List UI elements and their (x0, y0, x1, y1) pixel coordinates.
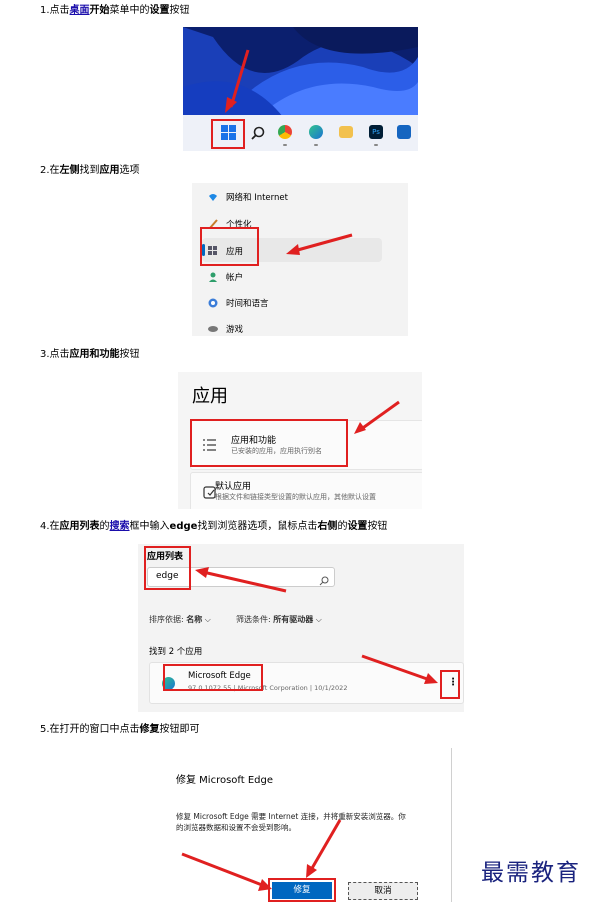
page-title: 应用 (192, 386, 228, 407)
sidebar-item-accounts[interactable]: 帐户 (208, 271, 243, 283)
app-date: 10/1/2022 (314, 684, 348, 692)
apps-highlight-box (200, 227, 259, 266)
dialog-body-line: 的浏览器数据和设置不会受到影响。 (176, 823, 296, 832)
step-text: 按钮 (119, 349, 140, 360)
globe-clock-icon (208, 298, 218, 308)
app-list-screenshot: 应用列表 edge 排序依据: 名称 ⌵ 筛选条件: 所有驱动器 ⌵ 找到 2 … (138, 544, 464, 712)
step-text: 1.点击 (40, 5, 70, 16)
running-indicator (283, 144, 287, 146)
search-icon[interactable] (251, 125, 265, 140)
chevron-down-icon: ⌵ (204, 615, 211, 624)
sidebar-item-label: 时间和语言 (226, 299, 269, 309)
filter-value: 所有驱动器 (273, 615, 314, 624)
app-icon[interactable] (397, 125, 411, 139)
folder-icon[interactable] (339, 126, 353, 138)
sidebar-item-label: 网络和 Internet (226, 193, 288, 203)
step-text: 左侧 (59, 165, 80, 176)
pointer-arrow-icon (361, 654, 438, 684)
start-highlight-box (211, 119, 245, 149)
controller-icon (208, 324, 218, 334)
step-2-instruction: 2.在左侧找到应用选项 (40, 165, 140, 177)
repair-dialog-screenshot: 修复 Microsoft Edge 修复 Microsoft Edge 需要 I… (148, 748, 452, 902)
pointer-arrow-icon (286, 233, 353, 255)
settings-sidebar-screenshot: 网络和 Internet 个性化 应用 帐户 时间和语言 游戏 (192, 183, 408, 336)
step-text: 3.点击 (40, 349, 70, 360)
pointer-arrow-icon (354, 400, 400, 434)
search-icon (319, 571, 329, 590)
step-4-instruction: 4.在应用列表的搜索框中输入edge找到浏览器选项，鼠标点击右侧的设置按钮 (40, 521, 387, 533)
watermark-text: 最需教育 (481, 860, 581, 886)
pointer-arrow-icon (181, 852, 272, 891)
search-highlight-box (144, 546, 191, 590)
step-text: 的 (99, 521, 110, 532)
step-text: 右侧 (317, 521, 338, 532)
sidebar-item-label: 游戏 (226, 325, 244, 335)
step-text: 框中输入 (129, 521, 170, 532)
step-text: 5.在打开的窗口中点击 (40, 724, 140, 735)
step-5-instruction: 5.在打开的窗口中点击修复按钮即可 (40, 724, 200, 736)
pointer-arrow-icon (195, 567, 287, 593)
filter-dropdown[interactable]: 筛选条件: 所有驱动器 ⌵ (236, 614, 322, 625)
step-text: 设置 (149, 5, 170, 16)
card-title: 默认应用 (215, 482, 252, 492)
dialog-border (451, 748, 452, 902)
app-name-highlight-box (163, 664, 263, 691)
filter-label: 筛选条件: (236, 615, 271, 624)
step-text: 应用 (99, 165, 120, 176)
desktop-screenshot: Ps (183, 27, 418, 151)
dialog-body: 修复 Microsoft Edge 需要 Internet 连接，并将重新安装浏… (176, 811, 406, 833)
apps-settings-screenshot: 应用 应用和功能 已安装的应用，应用执行别名 默认应用 根据文件和链接类型设置的… (178, 372, 422, 509)
step-text: 开始 (89, 5, 110, 16)
pointer-arrow-icon (306, 819, 342, 878)
step-text: 按钮即可 (159, 724, 200, 735)
apps-features-highlight-box (190, 419, 348, 467)
sidebar-item-gaming[interactable]: 游戏 (208, 323, 243, 335)
step-text: 应用和功能 (69, 349, 120, 360)
running-indicator (374, 144, 378, 146)
running-indicator (314, 144, 318, 146)
step-3-instruction: 3.点击应用和功能按钮 (40, 349, 140, 361)
step-text: 应用列表 (59, 521, 100, 532)
step-text: edge (169, 521, 198, 532)
chrome-icon[interactable] (278, 125, 292, 139)
sidebar-item-label: 帐户 (226, 273, 244, 283)
person-icon (208, 272, 218, 282)
sidebar-item-network[interactable]: 网络和 Internet (208, 191, 288, 203)
dialog-body-line: 修复 Microsoft Edge 需要 Internet 连接，并将重新安装浏… (176, 812, 406, 821)
step-text: 按钮 (169, 5, 190, 16)
more-button-highlight-box (440, 670, 460, 699)
step-text: 2.在 (40, 165, 60, 176)
results-count: 找到 2 个应用 (149, 647, 203, 657)
desktop-link[interactable]: 桌面 (70, 5, 90, 16)
dialog-title: 修复 Microsoft Edge (176, 775, 274, 786)
photoshop-icon[interactable]: Ps (369, 125, 383, 139)
step-text: 找到 (79, 165, 100, 176)
card-description: 根据文件和链接类型设置的默认应用，其他默认设置 (215, 493, 376, 501)
step-text: 设置 (347, 521, 368, 532)
sort-dropdown[interactable]: 排序依据: 名称 ⌵ (149, 614, 211, 625)
pointer-arrow-icon (225, 49, 250, 113)
step-text: 按钮 (367, 521, 388, 532)
sort-value: 名称 (186, 615, 203, 624)
step-text: 的 (337, 521, 348, 532)
step-text: 4.在 (40, 521, 60, 532)
sort-label: 排序依据: (149, 615, 184, 624)
step-text: 修复 (139, 724, 160, 735)
step-text: 菜单中的 (109, 5, 150, 16)
step-text: 选项 (119, 165, 140, 176)
step-text: 找到浏览器选项，鼠标点击 (197, 521, 318, 532)
default-apps-card[interactable]: 默认应用 根据文件和链接类型设置的默认应用，其他默认设置 (190, 472, 422, 509)
wifi-icon (208, 192, 218, 202)
sidebar-item-time-language[interactable]: 时间和语言 (208, 297, 269, 309)
search-link[interactable]: 搜索 (110, 521, 130, 532)
repair-highlight-box (268, 878, 336, 902)
edge-icon[interactable] (309, 125, 323, 139)
chevron-down-icon: ⌵ (315, 615, 322, 624)
step-1-instruction: 1.点击桌面开始菜单中的设置按钮 (40, 5, 190, 17)
cancel-button[interactable]: 取消 (348, 882, 418, 900)
